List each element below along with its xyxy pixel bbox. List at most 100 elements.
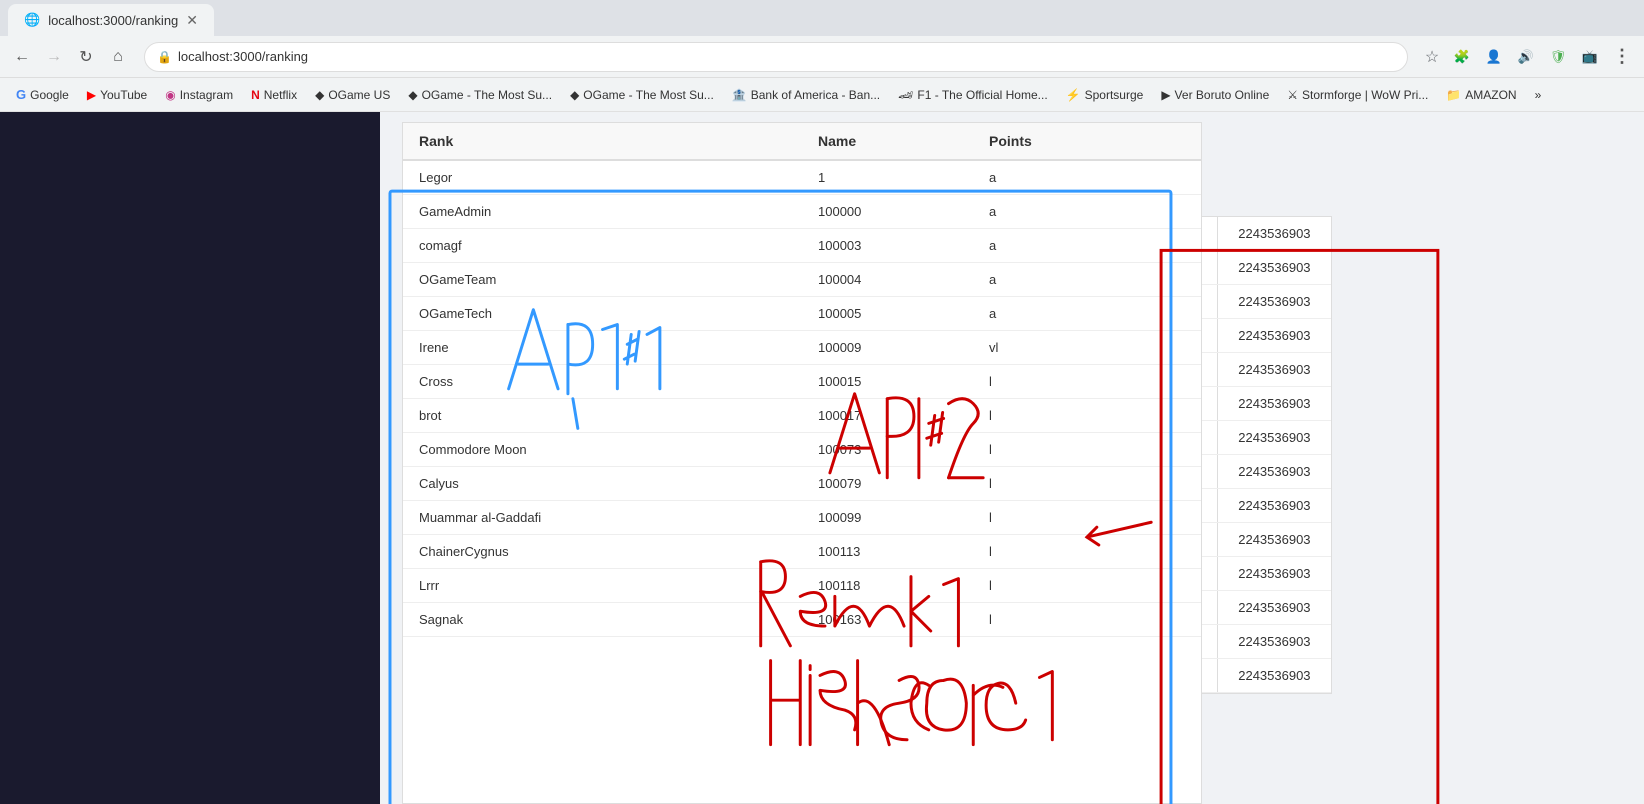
cast-button[interactable]: 📺 [1576,43,1604,71]
id-cell: 100118 [802,569,973,603]
bookmark-label: AMAZON [1465,88,1516,102]
ogame-icon: ◆ [315,88,324,102]
bookmark-label: Bank of America - Ban... [751,88,880,102]
f1-icon: 🏎 [898,88,913,102]
id-cell: 100003 [802,229,973,263]
google-icon: G [16,87,26,102]
letter-cell: a [973,160,1201,195]
rank-cell: OGameTech [403,297,802,331]
bookmark-ogame2[interactable]: ◆ OGame - The Most Su... [562,84,722,106]
netflix-icon: N [251,88,260,102]
rank-cell: comagf [403,229,802,263]
address-bar[interactable]: 🔒 localhost:3000/ranking [144,42,1408,72]
letter-cell: l [973,569,1201,603]
table-row: OGameTech 100005 a [403,297,1201,331]
table-row: OGameTeam 100004 a [403,263,1201,297]
bookmark-button[interactable]: ☆ [1420,45,1444,69]
bookmark-label: Google [30,88,69,102]
extensions-button[interactable]: 🧩 [1448,43,1476,71]
table-row: Cross 100015 l [403,365,1201,399]
bookmarks-bar: G Google ▶ YouTube ◉ Instagram N Netflix… [0,78,1644,112]
rank-cell: Irene [403,331,802,365]
page-content: Rank Name Points Legor 1 a GameAdmin 100… [0,112,1644,804]
instagram-icon: ◉ [165,88,175,102]
id-cell: 100163 [802,603,973,637]
back-button[interactable]: ← [8,43,36,71]
youtube-icon: ▶ [87,88,96,102]
extra2-cell: 2243536903 [1218,489,1331,523]
rank-cell: Legor [403,160,802,195]
bookmark-ogame1[interactable]: ◆ OGame - The Most Su... [400,84,560,106]
table-row: Legor 1 a [403,160,1201,195]
ranking-table-container: Rank Name Points Legor 1 a GameAdmin 100… [402,122,1202,804]
points-header: Points [973,123,1201,160]
tab-favicon: 🌐 [24,12,40,28]
id-cell: 100015 [802,365,973,399]
menu-button[interactable]: ⋮ [1608,43,1636,71]
id-cell: 100073 [802,433,973,467]
letter-cell: l [973,603,1201,637]
table-row: comagf 100003 a [403,229,1201,263]
extra2-cell: 2243536903 [1218,217,1331,251]
tab-title: localhost:3000/ranking [48,13,178,28]
active-tab[interactable]: 🌐 localhost:3000/ranking ✕ [8,4,214,36]
extra2-cell: 2243536903 [1218,455,1331,489]
bookmark-f1[interactable]: 🏎 F1 - The Official Home... [890,84,1056,106]
table-row: Commodore Moon 100073 l [403,433,1201,467]
id-cell: 100113 [802,535,973,569]
id-cell: 1 [802,160,973,195]
tab-close-icon[interactable]: ✕ [186,12,198,29]
letter-cell: a [973,229,1201,263]
rank-cell: Sagnak [403,603,802,637]
letter-cell: l [973,433,1201,467]
table-row: Muammar al-Gaddafi 100099 l [403,501,1201,535]
extra2-cell: 2243536903 [1218,387,1331,421]
bookmark-google[interactable]: G Google [8,83,77,106]
id-cell: 100017 [802,399,973,433]
ranking-table: Rank Name Points Legor 1 a GameAdmin 100… [403,123,1201,637]
bookmark-label: F1 - The Official Home... [917,88,1047,102]
letter-cell: vl [973,331,1201,365]
forward-button[interactable]: → [40,43,68,71]
home-button[interactable]: ⌂ [104,43,132,71]
bookmark-instagram[interactable]: ◉ Instagram [157,84,241,106]
security-icon: 🔒 [157,50,172,64]
letter-cell: l [973,535,1201,569]
bookmark-stormforge[interactable]: ⚔ Stormforge | WoW Pri... [1279,84,1436,106]
table-header-row: Rank Name Points [403,123,1201,160]
amazon-folder-icon: 📁 [1446,88,1461,102]
bookmark-more[interactable]: » [1527,84,1550,106]
bookmark-youtube[interactable]: ▶ YouTube [79,84,155,106]
bookmark-label: Ver Boruto Online [1175,88,1270,102]
bookmark-amazon[interactable]: 📁 AMAZON [1438,84,1524,106]
extra2-cell: 2243536903 [1218,659,1331,693]
letter-cell: l [973,467,1201,501]
letter-cell: a [973,297,1201,331]
bookmark-sportsurge[interactable]: ⚡ Sportsurge [1058,84,1152,106]
sportsurge-icon: ⚡ [1066,88,1081,102]
bookmark-label: Instagram [180,88,233,102]
id-cell: 100099 [802,501,973,535]
reload-button[interactable]: ↻ [72,43,100,71]
bookmark-label: OGame - The Most Su... [422,88,553,102]
sound-button[interactable]: 🔊 [1512,43,1540,71]
ogame3-icon: ◆ [570,88,579,102]
bookmark-boruto[interactable]: ▶ Ver Boruto Online [1153,84,1277,106]
bookmark-label: OGame - The Most Su... [583,88,714,102]
bookmark-netflix[interactable]: N Netflix [243,84,305,106]
letter-cell: l [973,399,1201,433]
vpn-button[interactable]: 🛡 [1544,43,1572,71]
name-header: Name [802,123,973,160]
table-row: GameAdmin 100000 a [403,195,1201,229]
profile-button[interactable]: 👤 [1480,43,1508,71]
ogame2-icon: ◆ [408,88,417,102]
extra2-cell: 2243536903 [1218,557,1331,591]
id-cell: 100000 [802,195,973,229]
rank-cell: ChainerCygnus [403,535,802,569]
extra2-cell: 2243536903 [1218,591,1331,625]
rank-header: Rank [403,123,802,160]
bookmark-ogame-us[interactable]: ◆ OGame US [307,84,398,106]
bookmark-boa[interactable]: 🏦 Bank of America - Ban... [724,84,888,106]
bookmark-label: Stormforge | WoW Pri... [1302,88,1428,102]
more-bookmarks-icon: » [1535,88,1542,102]
